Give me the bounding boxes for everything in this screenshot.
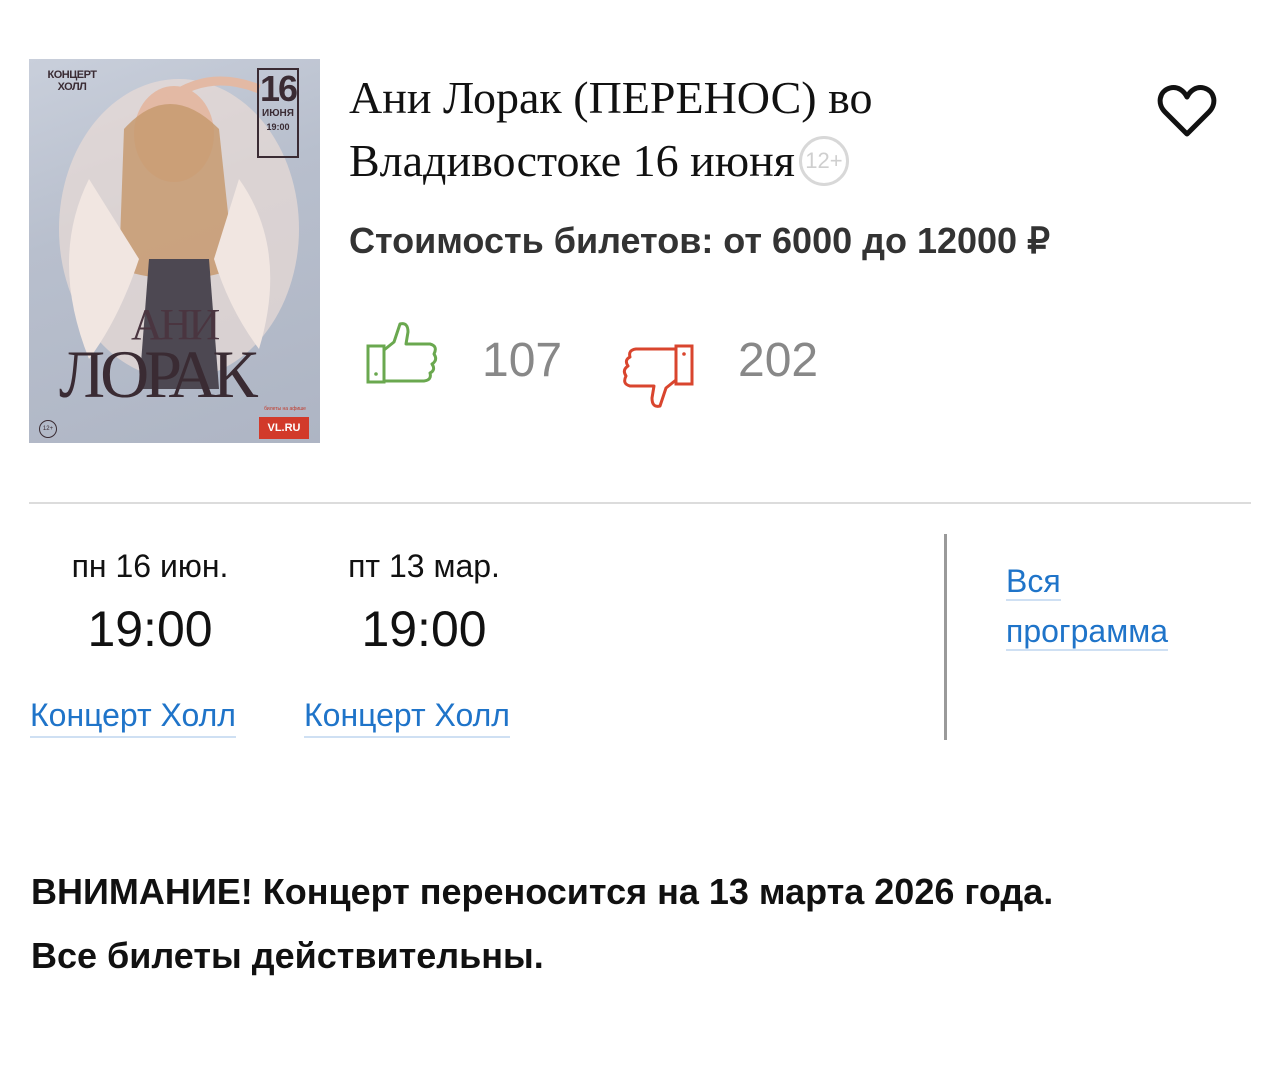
- poster-age-badge: 12+: [39, 420, 57, 438]
- heart-icon: [1157, 85, 1217, 137]
- session-day: пт 13 мар.: [348, 548, 500, 584]
- event-title-text: Ани Лорак (ПЕРЕНОС) во Владивостоке 16 и…: [349, 72, 873, 186]
- full-program-link-line2[interactable]: программа: [1006, 613, 1168, 651]
- poster-day: 16: [259, 68, 298, 109]
- dislike-button[interactable]: [620, 340, 696, 412]
- event-title: Ани Лорак (ПЕРЕНОС) во Владивостоке 16 и…: [349, 66, 1109, 192]
- ticket-price: Стоимость билетов: от 6000 до 12000 ₽: [349, 220, 1050, 261]
- poster-date-box: 16 ИЮНЯ 19:00: [257, 68, 299, 158]
- postponement-notice: ВНИМАНИЕ! Концерт переносится на 13 март…: [31, 860, 1251, 988]
- notice-line1: ВНИМАНИЕ! Концерт переносится на 13 март…: [31, 871, 1054, 912]
- session-venue-link[interactable]: Концерт Холл: [304, 697, 510, 738]
- age-rating-badge: 12+: [798, 136, 849, 187]
- vertical-separator: [944, 534, 947, 740]
- thumbs-down-icon: [622, 344, 694, 408]
- poster-time: 19:00: [266, 122, 290, 132]
- thumbs-up-icon: [366, 322, 438, 384]
- full-program-link[interactable]: Вся программа: [1006, 556, 1206, 656]
- section-divider: [29, 502, 1251, 504]
- session-day: пн 16 июн.: [71, 548, 229, 584]
- poster-name-line2: ЛОРАК: [59, 336, 258, 412]
- favorite-button[interactable]: [1156, 80, 1218, 142]
- notice-line2: Все билеты действительны.: [31, 935, 544, 976]
- like-button[interactable]: [364, 318, 440, 388]
- session-time-button[interactable]: 19:00: [30, 600, 270, 658]
- poster-month: ИЮНЯ: [262, 108, 294, 119]
- like-count: 107: [482, 334, 563, 387]
- poster-site-logo: VL.RU: [259, 417, 309, 439]
- session-time-button[interactable]: 19:00: [304, 600, 544, 658]
- event-poster[interactable]: КОНЦЕРТ ХОЛЛ 16 ИЮНЯ 19:00 АНИ ЛОРАК 12+…: [29, 59, 320, 443]
- poster-venue-label: КОНЦЕРТ ХОЛЛ: [47, 69, 98, 93]
- dislike-count: 202: [738, 334, 819, 387]
- poster-small-text: билеты на афише: [264, 406, 306, 412]
- full-program-link-line1[interactable]: Вся: [1006, 563, 1061, 601]
- session-venue-link[interactable]: Концерт Холл: [30, 697, 236, 738]
